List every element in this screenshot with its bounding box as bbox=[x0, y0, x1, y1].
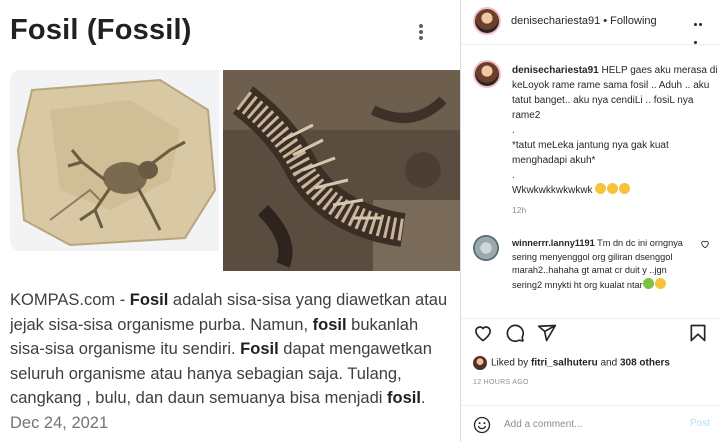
add-comment-bar: Post bbox=[461, 405, 720, 442]
caption-line: Wkwkwkkwkwkwk bbox=[512, 185, 593, 196]
likes-summary: Liked by fitri_salhuteru and 308 others bbox=[473, 356, 670, 372]
comment-text: winnerrr.lanny1191 Tm dn dc ini orngnya … bbox=[512, 237, 697, 292]
bookmark-icon[interactable] bbox=[688, 323, 708, 343]
frog-fossil-image bbox=[10, 70, 219, 251]
caption-line: . bbox=[512, 170, 515, 181]
avatar[interactable] bbox=[473, 235, 499, 261]
keyword: Fosil bbox=[240, 340, 279, 358]
header-user: denisechariesta91 • Following bbox=[511, 15, 657, 27]
liker-username-link[interactable]: fitri_salhuteru bbox=[531, 358, 598, 369]
share-icon[interactable] bbox=[537, 323, 557, 343]
emoji-picker-icon[interactable] bbox=[473, 416, 491, 434]
comment-icon[interactable] bbox=[505, 323, 525, 343]
avatar[interactable] bbox=[473, 7, 501, 35]
username-link[interactable]: winnerrr.lanny1191 bbox=[512, 238, 595, 248]
following-button[interactable]: Following bbox=[610, 15, 656, 27]
keyword: fosil bbox=[387, 389, 421, 407]
likes-middle: and bbox=[597, 357, 620, 369]
laughing-emoji-icon bbox=[595, 183, 631, 196]
result-title: Fosil (Fossil) bbox=[10, 14, 192, 46]
result-date: Dec 24, 2021 bbox=[10, 413, 109, 432]
caption-text: denisechariesta91 HELP gaes aku merasa d… bbox=[512, 63, 718, 198]
post-image: Fosil (Fossil) KOMPAS.com - Fosil adalah… bbox=[0, 0, 460, 442]
result-source: KOMPAS.com - bbox=[10, 291, 130, 309]
reptile-fossil-image bbox=[223, 70, 460, 271]
liker-avatar[interactable] bbox=[473, 356, 487, 370]
post-sidebar: denisechariesta91 • Following denisecharie… bbox=[460, 0, 720, 442]
more-options-icon[interactable] bbox=[694, 13, 708, 44]
username-link[interactable]: denisechariesta91 bbox=[512, 65, 599, 76]
emoji-icon bbox=[642, 277, 667, 290]
result-snippet: KOMPAS.com - Fosil adalah sisa-sisa yang… bbox=[10, 288, 450, 435]
snippet-text: . bbox=[420, 389, 426, 407]
heart-icon[interactable] bbox=[473, 323, 493, 343]
keyword: Fosil bbox=[129, 291, 169, 309]
username-link[interactable]: denisechariesta91 bbox=[511, 15, 600, 27]
action-bar bbox=[461, 318, 720, 348]
separator: • bbox=[603, 15, 608, 27]
post-button[interactable]: Post bbox=[690, 418, 710, 429]
comment-item: winnerrr.lanny1191 Tm dn dc ini orngnya … bbox=[461, 228, 720, 318]
likes-count-link[interactable]: 308 others bbox=[620, 358, 670, 369]
caption-time: 12h bbox=[512, 205, 527, 215]
comment-input[interactable] bbox=[504, 416, 674, 432]
keyword: fosil bbox=[312, 315, 347, 334]
caption-line: *tatut meLeka jantung nya gak kuat mengh… bbox=[512, 140, 669, 166]
avatar[interactable] bbox=[473, 60, 501, 88]
post-caption: denisechariesta91 HELP gaes aku merasa d… bbox=[461, 45, 720, 223]
likes-prefix: Liked by bbox=[491, 357, 532, 369]
post-timestamp: 12 HOURS AGO bbox=[473, 379, 529, 386]
like-comment-heart-icon[interactable] bbox=[700, 239, 710, 249]
post-header: denisechariesta91 • Following bbox=[461, 0, 720, 45]
more-options-icon bbox=[417, 24, 425, 44]
caption-line: . bbox=[512, 125, 515, 136]
